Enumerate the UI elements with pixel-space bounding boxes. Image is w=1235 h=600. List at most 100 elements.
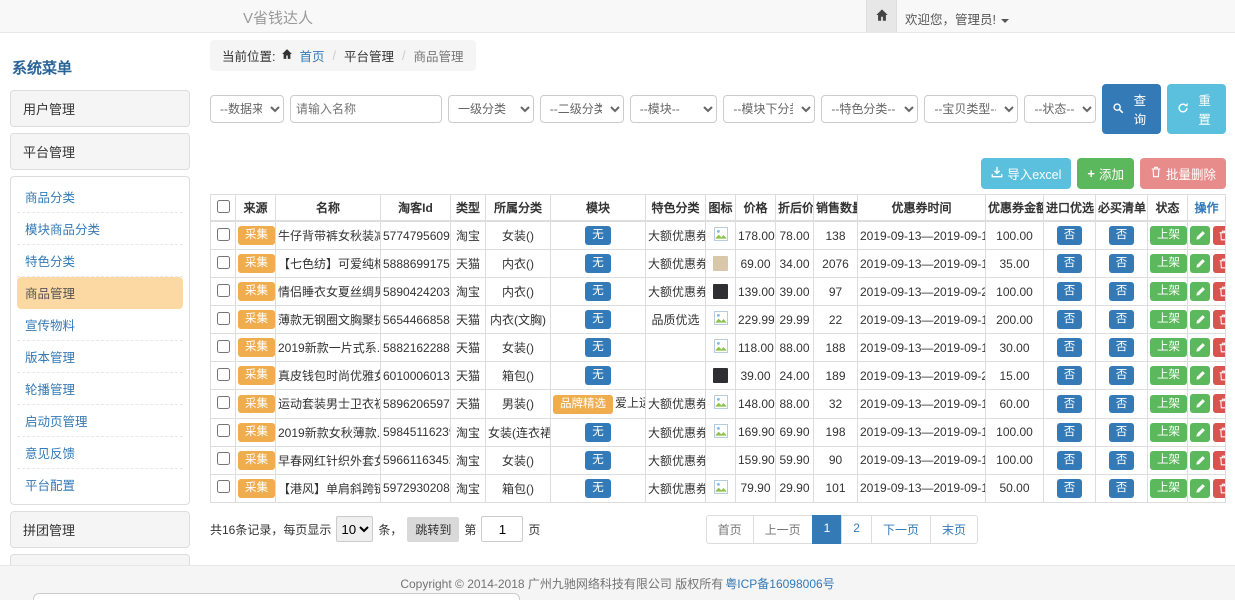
import-toggle-badge[interactable]: 否 [1057, 451, 1083, 470]
must-buy-toggle-badge[interactable]: 否 [1109, 451, 1135, 470]
delete-button[interactable] [1213, 226, 1226, 245]
row-checkbox[interactable] [217, 452, 230, 465]
must-buy-toggle-badge[interactable]: 否 [1109, 338, 1135, 357]
home-button[interactable] [866, 0, 897, 32]
import-toggle-badge[interactable]: 否 [1057, 338, 1083, 357]
page-number-input[interactable] [481, 516, 523, 542]
delete-button[interactable] [1213, 479, 1226, 498]
row-checkbox[interactable] [217, 312, 230, 325]
sidebar-item-link[interactable]: 平台配置 [17, 469, 183, 500]
import-toggle-badge[interactable]: 否 [1057, 254, 1083, 273]
sidebar-item-link[interactable]: 宣传物料 [17, 309, 183, 341]
row-checkbox[interactable] [217, 368, 230, 381]
filter-select[interactable]: --模块-- [630, 95, 718, 123]
sidebar-item-link[interactable]: 特色分类 [17, 245, 183, 277]
filter-select[interactable]: --模块下分类-- [723, 95, 815, 123]
row-checkbox[interactable] [217, 228, 230, 241]
must-buy-toggle-badge[interactable]: 否 [1109, 310, 1135, 329]
jump-button[interactable]: 跳转到 [407, 517, 459, 542]
sidebar-item-link[interactable]: 意见反馈 [17, 437, 183, 469]
status-badge[interactable]: 上架 [1150, 479, 1187, 498]
status-badge[interactable]: 上架 [1150, 254, 1187, 273]
sidebar-item-link[interactable]: 轮播管理 [17, 373, 183, 405]
filter-select[interactable]: 一级分类 [448, 95, 534, 123]
filter-select[interactable]: --宝贝类型-- [924, 95, 1018, 123]
filter-select[interactable]: --数据来源-- [210, 95, 284, 123]
sidebar-group[interactable]: 平台管理 [10, 133, 190, 170]
status-badge[interactable]: 上架 [1150, 310, 1187, 329]
filter-select[interactable]: --状态-- [1024, 95, 1096, 123]
pager-item[interactable]: 1 [812, 515, 843, 544]
pager-item[interactable]: 下一页 [871, 515, 931, 544]
per-page-select[interactable]: 10 [336, 516, 373, 542]
icp-link[interactable]: 粤ICP备16098006号 [725, 575, 834, 592]
import-toggle-badge[interactable]: 否 [1057, 226, 1083, 245]
status-badge[interactable]: 上架 [1150, 423, 1187, 442]
sidebar-item-link[interactable]: 启动页管理 [17, 405, 183, 437]
edit-button[interactable] [1190, 282, 1210, 301]
edit-button[interactable] [1190, 394, 1210, 413]
sidebar-item-link[interactable]: 模块商品分类 [17, 213, 183, 245]
must-buy-toggle-badge[interactable]: 否 [1109, 479, 1135, 498]
delete-button[interactable] [1213, 310, 1226, 329]
sidebar-item-active[interactable]: 商品管理 [17, 277, 183, 309]
sidebar-item-link[interactable]: 版本管理 [17, 341, 183, 373]
must-buy-toggle-badge[interactable]: 否 [1109, 282, 1135, 301]
delete-button[interactable] [1213, 282, 1226, 301]
must-buy-toggle-badge[interactable]: 否 [1109, 226, 1135, 245]
filter-select[interactable]: --特色分类-- [821, 95, 918, 123]
edit-button[interactable] [1190, 254, 1210, 273]
row-checkbox[interactable] [217, 340, 230, 353]
must-buy-toggle-badge[interactable]: 否 [1109, 423, 1135, 442]
edit-button[interactable] [1190, 310, 1210, 329]
delete-button[interactable] [1213, 338, 1226, 357]
select-all-checkbox[interactable] [217, 200, 230, 213]
edit-button[interactable] [1190, 423, 1210, 442]
import-toggle-badge[interactable]: 否 [1057, 423, 1083, 442]
delete-button[interactable] [1213, 451, 1226, 470]
delete-button[interactable] [1213, 366, 1226, 385]
status-badge[interactable]: 上架 [1150, 282, 1187, 301]
status-badge[interactable]: 上架 [1150, 226, 1187, 245]
edit-button[interactable] [1190, 338, 1210, 357]
import-toggle-badge[interactable]: 否 [1057, 395, 1083, 414]
delete-button[interactable] [1213, 423, 1226, 442]
name-search-input[interactable] [290, 95, 442, 123]
import-toggle-badge[interactable]: 否 [1057, 479, 1083, 498]
row-checkbox[interactable] [217, 424, 230, 437]
edit-button[interactable] [1190, 451, 1210, 470]
pager-item[interactable]: 末页 [930, 515, 978, 544]
edit-button[interactable] [1190, 479, 1210, 498]
row-checkbox[interactable] [217, 396, 230, 409]
delete-button[interactable] [1213, 394, 1226, 413]
user-menu[interactable]: 欢迎您，管理员! [905, 9, 1009, 28]
row-checkbox[interactable] [217, 480, 230, 493]
add-button[interactable]: + 添加 [1077, 158, 1134, 189]
reset-button[interactable]: 重置 [1167, 84, 1226, 134]
row-checkbox[interactable] [217, 256, 230, 269]
status-badge[interactable]: 上架 [1150, 451, 1187, 470]
import-toggle-badge[interactable]: 否 [1057, 366, 1083, 385]
import-excel-button[interactable]: 导入excel [981, 158, 1071, 189]
row-checkbox[interactable] [217, 284, 230, 297]
pager-item[interactable]: 上一页 [753, 515, 813, 544]
status-badge[interactable]: 上架 [1150, 366, 1187, 385]
import-toggle-badge[interactable]: 否 [1057, 310, 1083, 329]
must-buy-toggle-badge[interactable]: 否 [1109, 366, 1135, 385]
status-badge[interactable]: 上架 [1150, 338, 1187, 357]
batch-delete-button[interactable]: 批量删除 [1140, 158, 1226, 189]
breadcrumb-home-link[interactable]: 首页 [299, 46, 324, 65]
sidebar-group[interactable]: 拼团管理 [10, 511, 190, 548]
status-badge[interactable]: 上架 [1150, 395, 1187, 414]
edit-button[interactable] [1190, 226, 1210, 245]
search-button[interactable]: 查询 [1102, 84, 1161, 134]
must-buy-toggle-badge[interactable]: 否 [1109, 254, 1135, 273]
sidebar-group[interactable]: 用户管理 [10, 90, 190, 127]
must-buy-toggle-badge[interactable]: 否 [1109, 395, 1135, 414]
filter-select[interactable]: --二级分类-- [540, 95, 624, 123]
pager-item[interactable]: 首页 [706, 515, 754, 544]
delete-button[interactable] [1213, 254, 1226, 273]
pager-item[interactable]: 2 [841, 515, 872, 544]
edit-button[interactable] [1190, 366, 1210, 385]
sidebar-item-link[interactable]: 商品分类 [17, 181, 183, 213]
